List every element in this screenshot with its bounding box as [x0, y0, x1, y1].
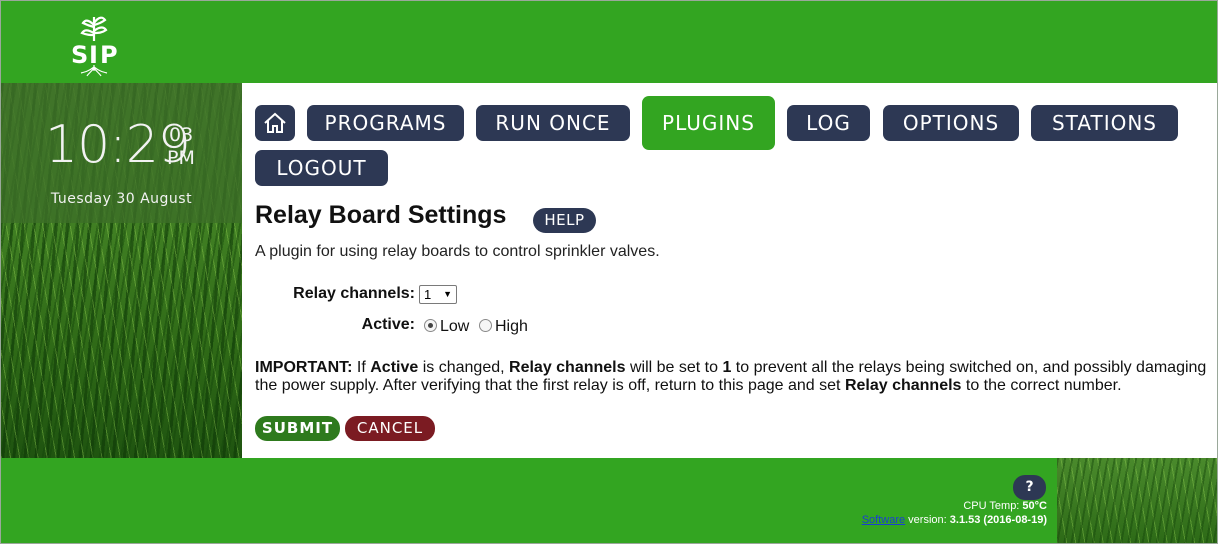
plugin-description: A plugin for using relay boards to contr… [255, 243, 660, 260]
important-bold-4: Relay channels [844, 377, 962, 394]
cpu-temp-value: 50°C [1022, 500, 1047, 512]
chevron-down-icon: ▼ [443, 289, 452, 299]
relay-channels-select[interactable]: 1 ▼ [419, 285, 457, 304]
nav-options[interactable]: OPTIONS [883, 105, 1019, 141]
important-text-2: is changed, [418, 359, 510, 376]
footer-help-button[interactable]: ? [1013, 475, 1046, 500]
nav-stations[interactable]: STATIONS [1031, 105, 1178, 141]
important-note: IMPORTANT: If Active is changed, Relay c… [255, 359, 1215, 395]
svg-text:S: S [71, 41, 88, 69]
footer: ? CPU Temp: 50°C Software version: 3.1.5… [1, 458, 1217, 543]
submit-button[interactable]: SUBMIT [255, 416, 340, 441]
important-text-5: to the correct number. [961, 377, 1122, 394]
clock-panel: 10:29 03 PM Tuesday 30 August [1, 83, 242, 223]
footer-grass-image [1057, 458, 1217, 543]
active-high-radio[interactable] [479, 319, 492, 332]
svg-text:I: I [89, 41, 98, 69]
important-text-1: If [352, 359, 371, 376]
version-label: version: [905, 514, 950, 526]
home-icon [264, 112, 286, 133]
cpu-temp-label: CPU Temp: [963, 500, 1023, 512]
clock-date: Tuesday 30 August [50, 191, 193, 207]
software-link[interactable]: Software [862, 514, 905, 526]
nav-programs[interactable]: PROGRAMS [307, 105, 464, 141]
relay-channels-label: Relay channels: [293, 285, 415, 302]
nav-run-once[interactable]: RUN ONCE [476, 105, 630, 141]
nav-logout[interactable]: LOGOUT [255, 150, 388, 186]
clock-ampm: PM [167, 147, 195, 169]
app-frame: S I P 10:29 03 PM Tuesday 30 August PROG… [0, 0, 1218, 544]
important-lead: IMPORTANT: [255, 359, 353, 376]
active-label: Active: [361, 316, 415, 333]
important-text-3: will be set to [625, 359, 723, 376]
active-low-label: Low [440, 318, 470, 335]
sidebar-grass-image: 10:29 03 PM Tuesday 30 August [1, 83, 242, 458]
important-bold-2: Relay channels [509, 359, 626, 376]
important-bold-1: Active [370, 359, 419, 376]
help-button[interactable]: HELP [533, 208, 596, 233]
version-value: 3.1.53 (2016-08-19) [949, 514, 1047, 526]
cpu-temp: CPU Temp: 50°C [963, 500, 1047, 512]
page-title: Relay Board Settings [255, 201, 507, 229]
active-high-label: High [495, 318, 528, 335]
nav-log[interactable]: LOG [787, 105, 870, 141]
cancel-button[interactable]: CANCEL [345, 416, 435, 441]
nav-plugins[interactable]: PLUGINS [642, 96, 775, 150]
home-button[interactable] [255, 105, 295, 141]
sip-logo-icon[interactable]: S I P [61, 11, 127, 77]
relay-channels-value: 1 [424, 287, 432, 302]
active-low-radio[interactable] [424, 319, 437, 332]
main-content: PROGRAMS RUN ONCE PLUGINS LOG OPTIONS ST… [242, 83, 1217, 458]
version-info: Software version: 3.1.53 (2016-08-19) [862, 514, 1047, 526]
svg-text:P: P [100, 41, 118, 69]
header: S I P [1, 1, 1217, 83]
clock-seconds: 03 [169, 124, 194, 146]
